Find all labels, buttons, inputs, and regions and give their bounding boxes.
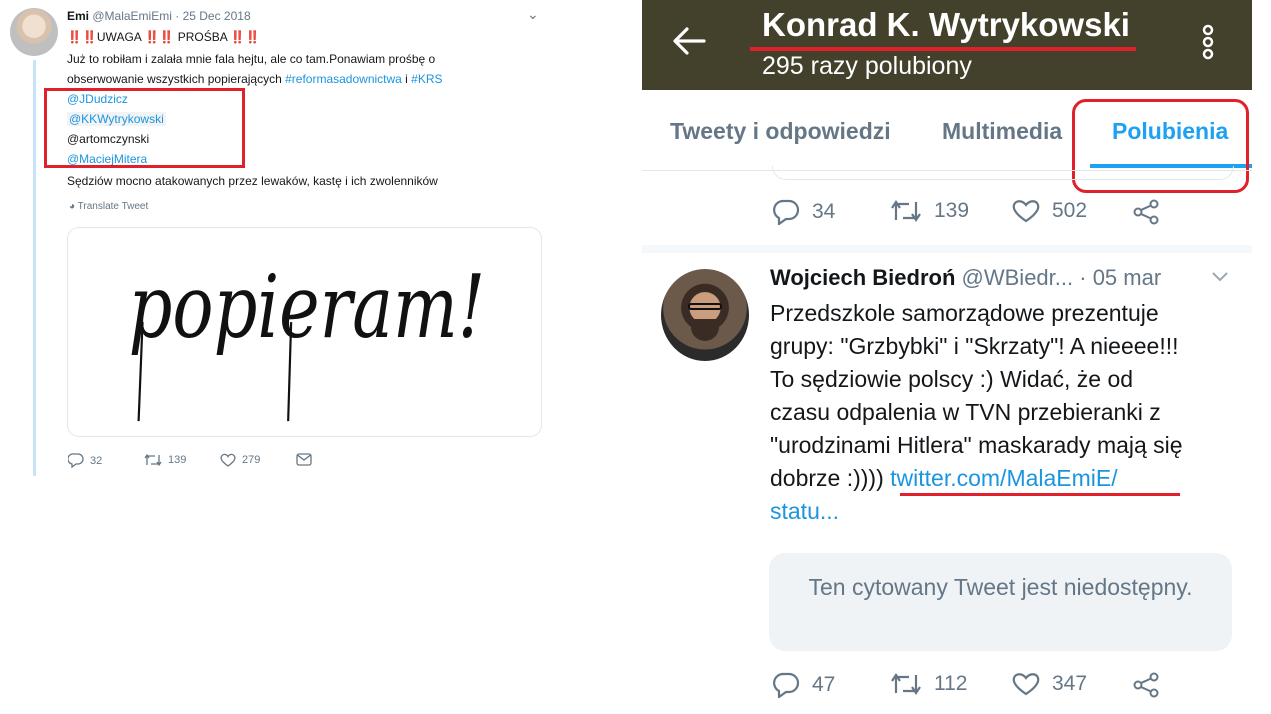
like-button[interactable]: 502 bbox=[1012, 199, 1087, 223]
tweet-text-line: "urodzinami Hitlera" maskarady mają się bbox=[770, 432, 1183, 458]
reply-icon bbox=[773, 199, 800, 225]
tab-media[interactable]: Multimedia bbox=[942, 118, 1062, 145]
image-handwritten-text: popieram! bbox=[129, 256, 486, 358]
like-button[interactable]: 347 bbox=[1012, 672, 1087, 696]
retweet-count: 112 bbox=[934, 672, 968, 695]
retweet-button[interactable]: 139 bbox=[890, 199, 969, 223]
avatar-beard bbox=[691, 319, 719, 341]
reply-count: 32 bbox=[90, 454, 103, 467]
text-segment: i bbox=[401, 72, 412, 86]
profile-likes-summary: 295 razy polubiony bbox=[762, 52, 972, 80]
reply-icon bbox=[773, 672, 800, 698]
tab-tweets-and-replies[interactable]: Tweety i odpowiedzi bbox=[670, 118, 891, 145]
retweet-count: 139 bbox=[934, 199, 970, 222]
heart-icon bbox=[1012, 200, 1040, 223]
share-icon bbox=[1133, 672, 1159, 698]
desktop-tweet-panel: Emi @MalaEmiEmi · 25 Dec 2018 ⌄ ‼️‼️UWAG… bbox=[0, 0, 560, 714]
reply-button[interactable]: 47 bbox=[772, 672, 835, 698]
text-prosba: PROŚBA bbox=[177, 30, 228, 44]
tweet-text-line2: Już to robiłam i zalała mnie fala hejtu,… bbox=[67, 52, 436, 66]
quote-unavailable-text: Ten cytowany Tweet jest niedostępny. bbox=[808, 574, 1193, 600]
double-exclamation-icon: ‼️‼️ bbox=[230, 30, 261, 44]
heart-icon bbox=[1012, 673, 1040, 696]
avatar-glasses bbox=[688, 303, 722, 310]
author-handle[interactable]: @WBiedr... bbox=[962, 265, 1074, 290]
retweet-button[interactable]: 112 bbox=[890, 672, 967, 696]
tweet-text-line: dobrze :)))) twitter.com/MalaEmiE/ bbox=[770, 462, 1220, 495]
globe-icon: ◕ bbox=[69, 201, 76, 212]
author-name[interactable]: Wojciech Biedroń bbox=[770, 265, 955, 290]
heart-icon bbox=[220, 453, 236, 467]
tweet-text-line: Przedszkole samorządowe prezentuje bbox=[770, 300, 1159, 326]
share-button[interactable] bbox=[1132, 672, 1162, 698]
quoted-tweet-unavailable[interactable]: Ten cytowany Tweet jest niedostępny. bbox=[769, 553, 1232, 651]
tweet-image: popieram! bbox=[129, 256, 486, 422]
retweet-icon bbox=[891, 673, 921, 695]
tweet-link[interactable]: twitter.com/MalaEmiE/ bbox=[890, 465, 1118, 491]
tweet-date[interactable]: · 05 mar bbox=[1079, 265, 1161, 290]
translate-label: Translate Tweet bbox=[77, 201, 149, 212]
avatar[interactable] bbox=[10, 8, 58, 56]
tweet-link-continuation[interactable]: statu... bbox=[770, 498, 839, 524]
like-count: 502 bbox=[1052, 199, 1088, 222]
tweet-text-line: To sędziowie polscy :) Widać, że od bbox=[770, 366, 1134, 392]
text-segment: dobrze :)))) bbox=[770, 465, 891, 491]
double-exclamation-icon: ‼️‼️ bbox=[67, 30, 97, 44]
tweet-text-line1: ‼️‼️UWAGA ‼️‼️ PROŚBA ‼️‼️ bbox=[67, 27, 260, 47]
highlight-box bbox=[44, 88, 245, 168]
reply-count: 34 bbox=[812, 200, 836, 223]
reply-count: 47 bbox=[812, 673, 836, 696]
highlight-underline bbox=[900, 493, 1180, 496]
text-uwaga: UWAGA bbox=[96, 30, 142, 44]
envelope-icon bbox=[296, 453, 312, 466]
like-button[interactable]: 279 bbox=[220, 453, 260, 467]
profile-name: Konrad K. Wytrykowski bbox=[762, 6, 1130, 43]
tweet-text-line4: Sędziów mocno atakowanych przez lewaków,… bbox=[67, 174, 438, 188]
message-button[interactable] bbox=[296, 453, 312, 466]
tweet-separator bbox=[642, 245, 1252, 253]
retweet-icon bbox=[891, 200, 921, 222]
text-segment: obserwowanie wszystkich popierających bbox=[67, 72, 286, 86]
tweet-header: Emi @MalaEmiEmi · 25 Dec 2018 bbox=[67, 9, 251, 23]
author-name[interactable]: Emi bbox=[67, 9, 89, 23]
like-count: 279 bbox=[242, 454, 261, 466]
more-options-icon[interactable] bbox=[1200, 24, 1216, 60]
tweet-image-card[interactable]: popieram! bbox=[67, 227, 542, 437]
chevron-down-icon[interactable] bbox=[1212, 272, 1228, 282]
tweet-date[interactable]: · 25 Dec 2018 bbox=[175, 9, 250, 23]
retweet-count: 139 bbox=[168, 454, 187, 466]
double-exclamation-icon: ‼️‼️ bbox=[144, 30, 175, 44]
translate-tweet-link[interactable]: ◕ Translate Tweet bbox=[69, 201, 148, 212]
thread-line bbox=[33, 60, 36, 476]
profile-header: Konrad K. Wytrykowski 295 razy polubiony bbox=[642, 0, 1252, 90]
reply-button[interactable]: 32 bbox=[68, 453, 102, 468]
share-button[interactable] bbox=[1132, 199, 1162, 225]
reply-button[interactable]: 34 bbox=[772, 199, 835, 225]
back-arrow-icon[interactable] bbox=[672, 26, 706, 56]
previous-tweet-card-edge bbox=[772, 166, 1234, 180]
reply-icon bbox=[68, 453, 84, 468]
hashtag-link[interactable]: #KRS bbox=[411, 72, 442, 86]
highlight-underline bbox=[750, 47, 1136, 51]
author-handle[interactable]: @MalaEmiEmi bbox=[92, 9, 172, 23]
tweet-text-line: czasu odpalenia w TVN przebieranki z bbox=[770, 399, 1161, 425]
tweet-text-line: statu... bbox=[770, 495, 1220, 528]
tweet-text-line3: obserwowanie wszystkich popierających #r… bbox=[67, 69, 443, 89]
mobile-profile-panel: Konrad K. Wytrykowski 295 razy polubiony… bbox=[642, 0, 1252, 714]
like-count: 347 bbox=[1052, 672, 1088, 695]
share-icon bbox=[1133, 199, 1159, 225]
tweet-header: Wojciech Biedroń @WBiedr... · 05 mar bbox=[770, 265, 1161, 291]
retweet-button[interactable]: 139 bbox=[144, 453, 186, 467]
avatar[interactable] bbox=[661, 269, 749, 361]
hashtag-link[interactable]: #reformasadownictwa bbox=[285, 72, 402, 86]
retweet-icon bbox=[144, 453, 162, 467]
tweet-text-line: grupy: "Grzbybki" i "Skrzaty"! A nieeee!… bbox=[770, 333, 1179, 359]
chevron-down-icon[interactable]: ⌄ bbox=[527, 6, 539, 23]
